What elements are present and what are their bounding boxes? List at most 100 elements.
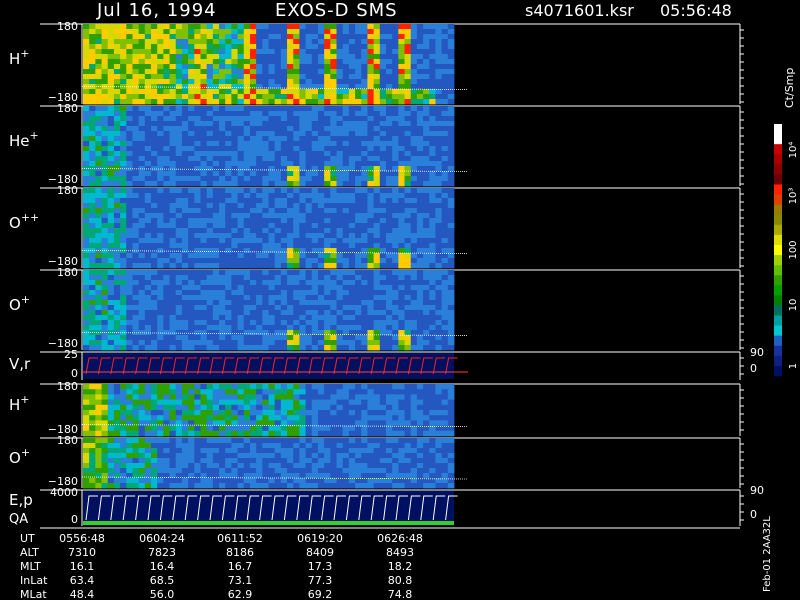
heat-cell bbox=[225, 69, 232, 75]
heat-cell bbox=[342, 79, 350, 85]
heat-cell bbox=[157, 399, 164, 406]
heat-cell bbox=[398, 320, 405, 326]
heat-cell bbox=[206, 305, 214, 311]
heat-cell bbox=[249, 198, 257, 204]
heat-cell bbox=[324, 310, 331, 316]
heat-cell bbox=[163, 233, 170, 239]
heat-cell bbox=[447, 233, 455, 239]
heat-cell bbox=[379, 64, 387, 70]
heat-cell bbox=[194, 49, 201, 55]
heat-cell bbox=[126, 384, 133, 390]
heat-cell bbox=[200, 156, 208, 162]
heat-cell bbox=[101, 54, 109, 60]
heat-cell bbox=[120, 193, 127, 199]
heat-cell bbox=[225, 208, 232, 214]
heat-cell bbox=[194, 146, 201, 152]
heat-cell bbox=[256, 166, 263, 172]
heat-cell bbox=[293, 443, 300, 449]
heat-cell bbox=[342, 94, 350, 100]
heat-cell bbox=[379, 59, 387, 65]
heat-cell bbox=[151, 463, 158, 469]
heat-cell bbox=[305, 300, 313, 306]
heat-cell bbox=[113, 116, 121, 122]
heat-cell bbox=[423, 188, 430, 194]
heat-cell bbox=[89, 49, 96, 55]
heat-cell bbox=[249, 233, 257, 239]
heat-cell bbox=[219, 404, 226, 411]
heat-cell bbox=[287, 263, 294, 269]
heat-cell bbox=[361, 208, 368, 214]
heat-cell bbox=[293, 69, 300, 75]
heat-cell bbox=[262, 106, 269, 112]
heat-cell bbox=[447, 270, 455, 276]
heat-cell bbox=[317, 270, 325, 276]
heat-cell bbox=[385, 340, 393, 346]
heat-cell bbox=[113, 131, 121, 137]
heat-cell bbox=[237, 116, 245, 122]
heat-cell bbox=[126, 345, 133, 351]
heat-cell bbox=[435, 181, 443, 187]
heat-cell bbox=[441, 74, 449, 80]
heat-cell bbox=[206, 161, 214, 167]
heat-cell bbox=[441, 290, 449, 296]
heat-cell bbox=[83, 69, 90, 75]
heat-cell bbox=[447, 218, 455, 224]
heat-cell bbox=[225, 295, 232, 301]
heat-cell bbox=[169, 54, 177, 60]
heat-cell bbox=[144, 438, 152, 444]
heat-cell bbox=[410, 270, 418, 276]
heat-cell bbox=[324, 335, 331, 341]
heat-cell bbox=[398, 345, 405, 351]
heat-cell bbox=[175, 69, 183, 75]
heat-cell bbox=[324, 233, 331, 239]
heat-cell bbox=[157, 223, 164, 229]
heat-cell bbox=[324, 238, 331, 244]
heat-cell bbox=[262, 258, 269, 264]
heat-cell bbox=[95, 203, 102, 209]
heat-cell bbox=[157, 340, 164, 346]
heat-cell bbox=[163, 181, 170, 187]
heat-cell bbox=[410, 208, 418, 214]
heat-cell bbox=[256, 404, 263, 411]
heat-cell bbox=[361, 295, 368, 301]
heat-cell bbox=[441, 295, 449, 301]
heat-cell bbox=[410, 166, 418, 172]
heat-cell bbox=[101, 79, 109, 85]
heat-cell bbox=[219, 253, 226, 259]
heat-cell bbox=[249, 310, 257, 316]
heat-cell bbox=[113, 415, 121, 421]
heat-cell bbox=[280, 258, 288, 264]
heat-cell bbox=[404, 171, 412, 177]
heat-cell bbox=[157, 258, 164, 264]
heat-cell bbox=[200, 34, 208, 40]
heat-cell bbox=[355, 44, 362, 50]
heat-cell bbox=[342, 39, 350, 45]
heat-cell bbox=[89, 99, 96, 105]
heat-cell bbox=[101, 136, 109, 142]
heat-cell bbox=[83, 24, 90, 30]
heat-cell bbox=[138, 156, 146, 162]
heat-cell bbox=[212, 415, 220, 421]
heat-cell bbox=[274, 320, 282, 326]
heat-cell bbox=[299, 218, 306, 224]
heat-cell bbox=[435, 275, 443, 281]
heat-cell bbox=[311, 39, 319, 45]
heat-cell bbox=[416, 443, 424, 449]
heat-cell bbox=[126, 389, 133, 395]
heat-cell bbox=[237, 141, 245, 147]
heat-cell bbox=[379, 151, 387, 157]
heat-cell bbox=[256, 389, 263, 395]
heat-cell bbox=[404, 126, 412, 132]
heat-cell bbox=[330, 320, 337, 326]
heat-cell bbox=[212, 320, 220, 326]
heat-cell bbox=[163, 228, 170, 234]
heat-cell bbox=[144, 394, 152, 400]
heat-cell bbox=[157, 181, 164, 187]
heat-cell bbox=[138, 188, 146, 194]
heat-cell bbox=[194, 69, 201, 75]
heat-cell bbox=[311, 285, 319, 291]
heat-cell bbox=[163, 89, 170, 95]
heat-cell bbox=[355, 136, 362, 142]
heat-cell bbox=[435, 430, 443, 437]
heat-cell bbox=[336, 111, 344, 117]
